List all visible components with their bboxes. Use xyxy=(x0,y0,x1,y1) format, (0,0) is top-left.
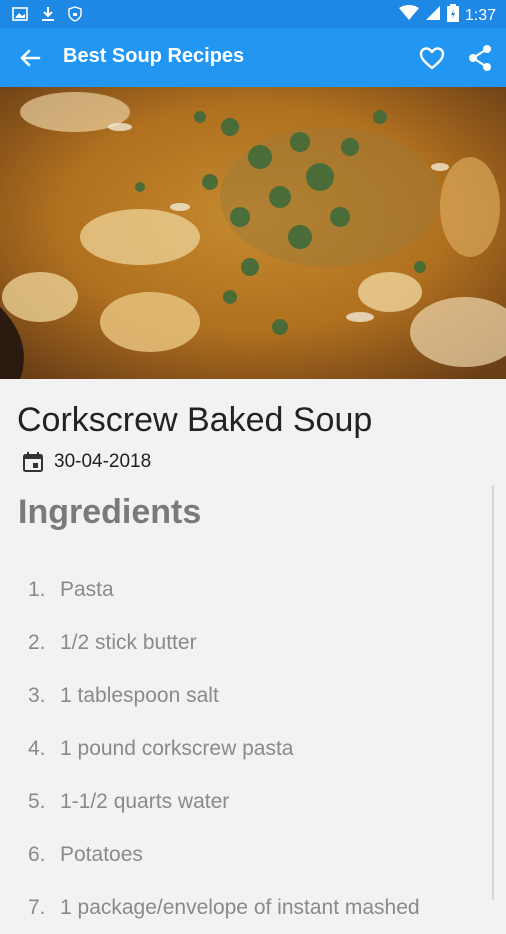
back-button[interactable] xyxy=(14,42,46,74)
ingredients-heading: Ingredients xyxy=(18,493,202,531)
list-item: 4. 1 pound corkscrew pasta xyxy=(28,722,498,775)
recipe-content: Corkscrew Baked Soup 30-04-2018 Ingredie… xyxy=(0,379,506,919)
list-item-text: 1-1/2 quarts water xyxy=(60,789,230,813)
list-item-number: 4. xyxy=(28,736,46,760)
list-item-text: 1 package/envelope of instant mashed xyxy=(60,895,420,919)
app-bar: Best Soup Recipes xyxy=(0,28,506,87)
list-item-text: Pasta xyxy=(60,577,114,601)
heart-outline-icon xyxy=(419,47,445,70)
calendar-icon xyxy=(23,452,43,472)
list-item: 1. Pasta xyxy=(28,563,498,616)
signal-icon xyxy=(425,5,441,26)
list-item-number: 7. xyxy=(28,895,46,919)
ingredients-list: 1. Pasta 2. 1/2 stick butter 3. 1 tables… xyxy=(28,563,498,934)
favorite-button[interactable] xyxy=(416,42,448,74)
status-bar: 1:37 xyxy=(0,0,506,28)
battery-icon xyxy=(446,4,459,27)
status-time: 1:37 xyxy=(464,6,496,24)
recipe-image xyxy=(0,87,506,379)
image-icon xyxy=(12,6,28,27)
list-item-text: 1 pound corkscrew pasta xyxy=(60,736,294,760)
list-item: 7. 1 package/envelope of instant mashed xyxy=(28,881,498,934)
list-item-text: 1/2 stick butter xyxy=(60,630,197,654)
share-button[interactable] xyxy=(464,42,496,74)
share-icon xyxy=(469,45,491,71)
list-item: 6. Potatoes xyxy=(28,828,498,881)
list-item-number: 2. xyxy=(28,630,46,654)
list-item-number: 5. xyxy=(28,789,46,813)
list-item-text: 1 tablespoon salt xyxy=(60,683,219,707)
app-title: Best Soup Recipes xyxy=(63,45,245,67)
date-row: 30-04-2018 xyxy=(22,451,151,473)
list-item-number: 3. xyxy=(28,683,46,707)
list-item: 2. 1/2 stick butter xyxy=(28,616,498,669)
recipe-date: 30-04-2018 xyxy=(54,451,152,472)
recipe-title: Corkscrew Baked Soup xyxy=(17,401,373,439)
list-item-text: Potatoes xyxy=(60,842,143,866)
list-item-number: 1. xyxy=(28,577,46,601)
list-item-number: 6. xyxy=(28,842,46,866)
arrow-back-icon xyxy=(20,49,41,67)
download-icon xyxy=(40,6,56,27)
list-item: 3. 1 tablespoon salt xyxy=(28,669,498,722)
wifi-icon xyxy=(398,5,419,26)
list-item: 5. 1-1/2 quarts water xyxy=(28,775,498,828)
shield-icon xyxy=(68,6,82,27)
